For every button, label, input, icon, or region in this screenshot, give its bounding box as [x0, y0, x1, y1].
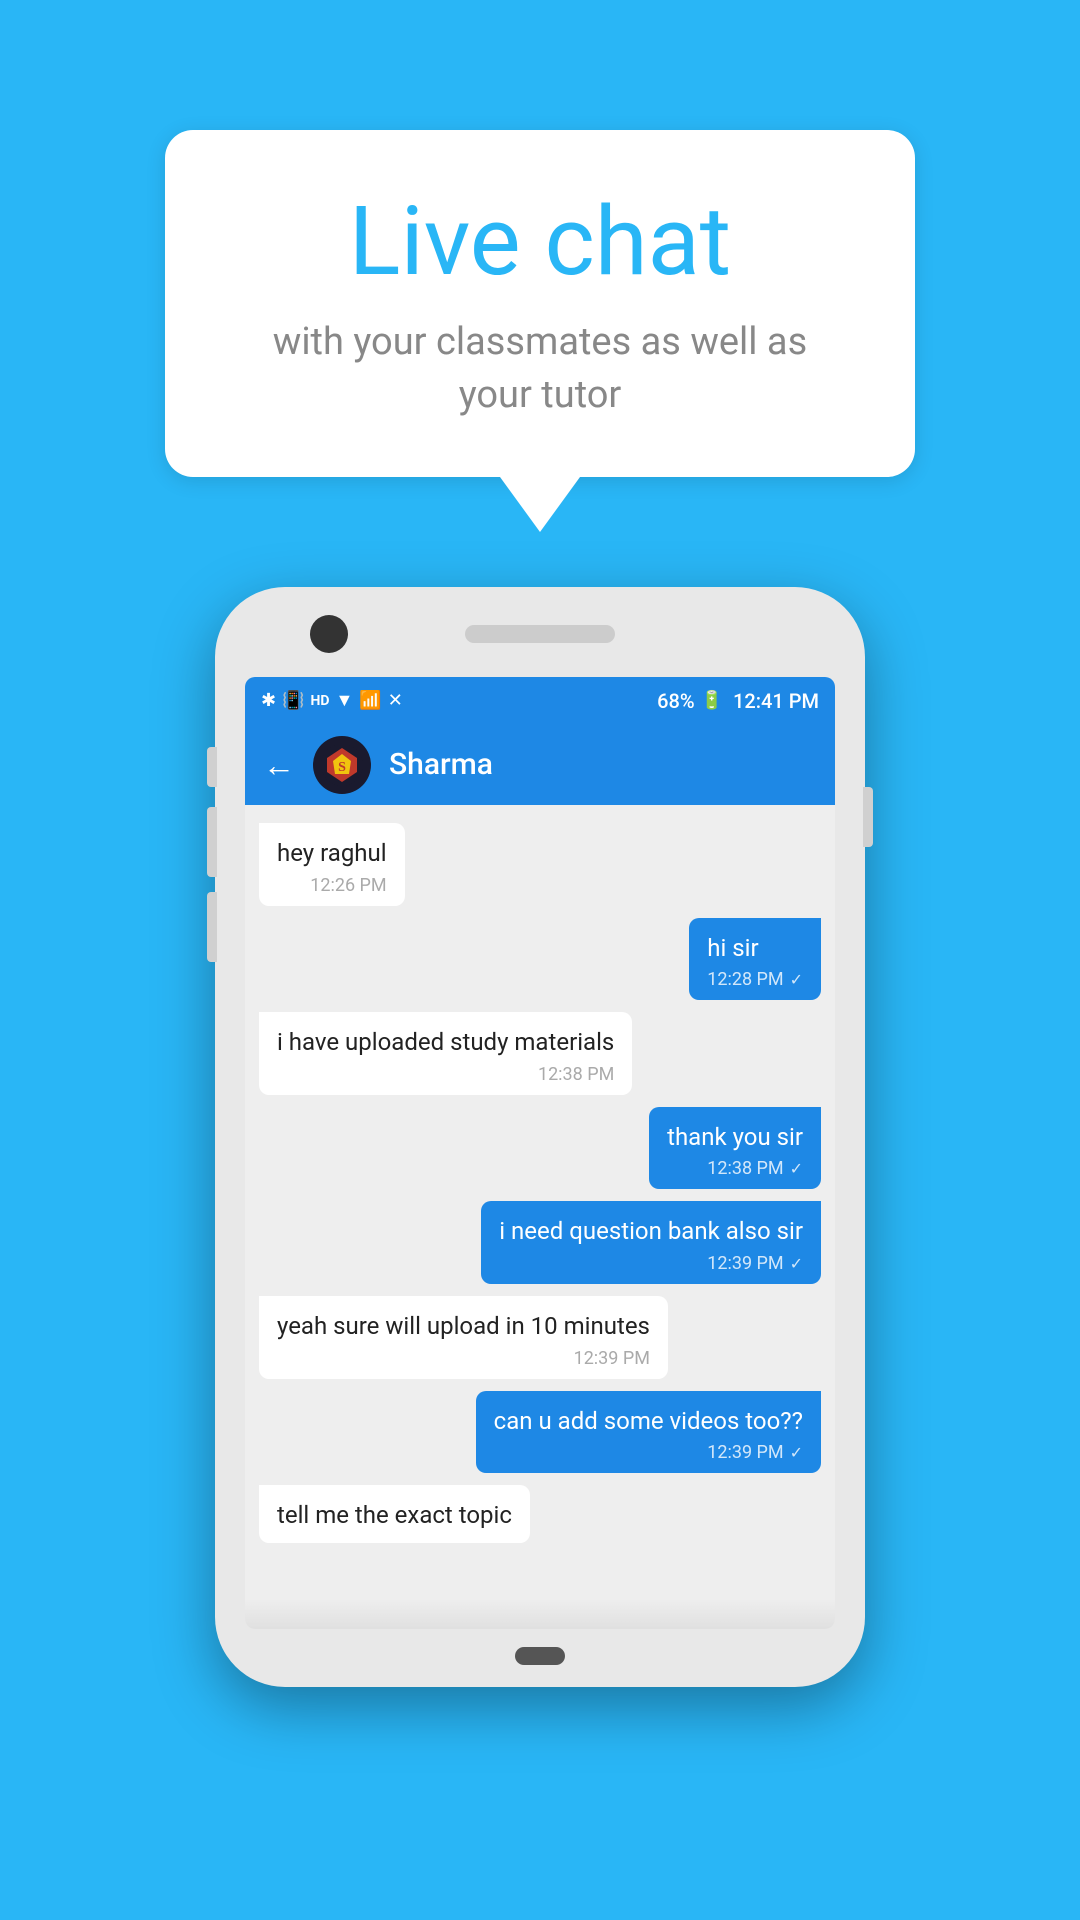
- check-icon: ✓: [790, 970, 803, 989]
- contact-name: Sharma: [389, 747, 493, 782]
- message-row: yeah sure will upload in 10 minutes 12:3…: [259, 1296, 821, 1379]
- message-row: can u add some videos too?? 12:39 PM ✓: [259, 1391, 821, 1474]
- mute-icon: ✕: [388, 690, 403, 711]
- contact-avatar: S: [313, 736, 371, 794]
- battery-icon: 🔋: [701, 690, 723, 711]
- check-icon: ✓: [790, 1159, 803, 1178]
- received-bubble: yeah sure will upload in 10 minutes 12:3…: [259, 1296, 668, 1379]
- volume-up-button: [207, 747, 217, 787]
- message-text: hey raghul: [277, 837, 387, 871]
- power-button: [863, 787, 873, 847]
- messages-area[interactable]: hey raghul 12:26 PM hi sir 12:28 PM ✓: [245, 805, 835, 1599]
- hd-icon: HD: [311, 693, 330, 709]
- message-meta: 12:26 PM: [277, 875, 387, 896]
- received-bubble: tell me the exact topic: [259, 1485, 530, 1543]
- message-meta: 12:38 PM: [277, 1064, 614, 1085]
- message-time: 12:26 PM: [310, 875, 386, 896]
- phone-screen: ✱ 📳 HD ▼ 📶 ✕ 68% 🔋 12:41 PM ←: [245, 677, 835, 1629]
- volume-down-button: [207, 807, 217, 877]
- message-text: can u add some videos too??: [494, 1405, 803, 1439]
- svg-text:S: S: [338, 760, 346, 775]
- phone-body: ✱ 📳 HD ▼ 📶 ✕ 68% 🔋 12:41 PM ←: [215, 587, 865, 1687]
- message-time: 12:28 PM: [707, 969, 783, 990]
- live-chat-subtitle: with your classmates as well as your tut…: [235, 316, 845, 422]
- check-icon: ✓: [790, 1254, 803, 1273]
- chat-header: ← S Sharma: [245, 725, 835, 805]
- message-meta: 12:39 PM ✓: [494, 1442, 803, 1463]
- bluetooth-icon: ✱: [261, 690, 276, 711]
- message-time: 12:39 PM: [707, 1253, 783, 1274]
- message-time: 12:39 PM: [707, 1442, 783, 1463]
- message-row: i have uploaded study materials 12:38 PM: [259, 1012, 821, 1095]
- message-text: tell me the exact topic: [277, 1499, 512, 1533]
- message-row: tell me the exact topic: [259, 1485, 821, 1543]
- message-time: 12:38 PM: [707, 1158, 783, 1179]
- battery-percentage: 68%: [657, 689, 694, 713]
- messages-fade: [245, 1599, 835, 1629]
- superman-avatar-icon: S: [321, 744, 363, 786]
- phone-mockup: ✱ 📳 HD ▼ 📶 ✕ 68% 🔋 12:41 PM ←: [215, 587, 865, 1687]
- speech-bubble-container: Live chat with your classmates as well a…: [165, 130, 915, 532]
- sent-bubble: i need question bank also sir 12:39 PM ✓: [481, 1201, 821, 1284]
- status-time: 12:41 PM: [733, 689, 819, 713]
- earpiece-speaker: [465, 625, 615, 643]
- status-right-area: 68% 🔋 12:41 PM: [657, 689, 819, 713]
- signal-icon: 📶: [359, 690, 381, 711]
- back-button[interactable]: ←: [263, 749, 295, 781]
- message-text: i need question bank also sir: [499, 1215, 803, 1249]
- check-icon: ✓: [790, 1443, 803, 1462]
- message-text: i have uploaded study materials: [277, 1026, 614, 1060]
- message-text: hi sir: [707, 932, 803, 966]
- message-meta: 12:39 PM ✓: [499, 1253, 803, 1274]
- status-left-icons: ✱ 📳 HD ▼ 📶 ✕: [261, 690, 403, 711]
- message-meta: 12:39 PM: [277, 1348, 650, 1369]
- message-row: hi sir 12:28 PM ✓: [259, 918, 821, 1001]
- message-row: hey raghul 12:26 PM: [259, 823, 821, 906]
- received-bubble: i have uploaded study materials 12:38 PM: [259, 1012, 632, 1095]
- speech-bubble-card: Live chat with your classmates as well a…: [165, 130, 915, 477]
- message-time: 12:38 PM: [538, 1064, 614, 1085]
- vibrate-icon: 📳: [282, 690, 304, 711]
- message-row: i need question bank also sir 12:39 PM ✓: [259, 1201, 821, 1284]
- received-bubble: hey raghul 12:26 PM: [259, 823, 405, 906]
- sent-bubble: hi sir 12:28 PM ✓: [689, 918, 821, 1001]
- home-button: [515, 1647, 565, 1665]
- message-text: thank you sir: [667, 1121, 803, 1155]
- message-row: thank you sir 12:38 PM ✓: [259, 1107, 821, 1190]
- message-meta: 12:38 PM ✓: [667, 1158, 803, 1179]
- sent-bubble: can u add some videos too?? 12:39 PM ✓: [476, 1391, 821, 1474]
- sent-bubble: thank you sir 12:38 PM ✓: [649, 1107, 821, 1190]
- message-time: 12:39 PM: [574, 1348, 650, 1369]
- front-camera: [310, 615, 348, 653]
- silent-button: [207, 892, 217, 962]
- speech-bubble-pointer: [500, 477, 580, 532]
- message-meta: 12:28 PM ✓: [707, 969, 803, 990]
- status-bar: ✱ 📳 HD ▼ 📶 ✕ 68% 🔋 12:41 PM: [245, 677, 835, 725]
- live-chat-title: Live chat: [235, 190, 845, 296]
- message-text: yeah sure will upload in 10 minutes: [277, 1310, 650, 1344]
- wifi-icon: ▼: [336, 690, 354, 711]
